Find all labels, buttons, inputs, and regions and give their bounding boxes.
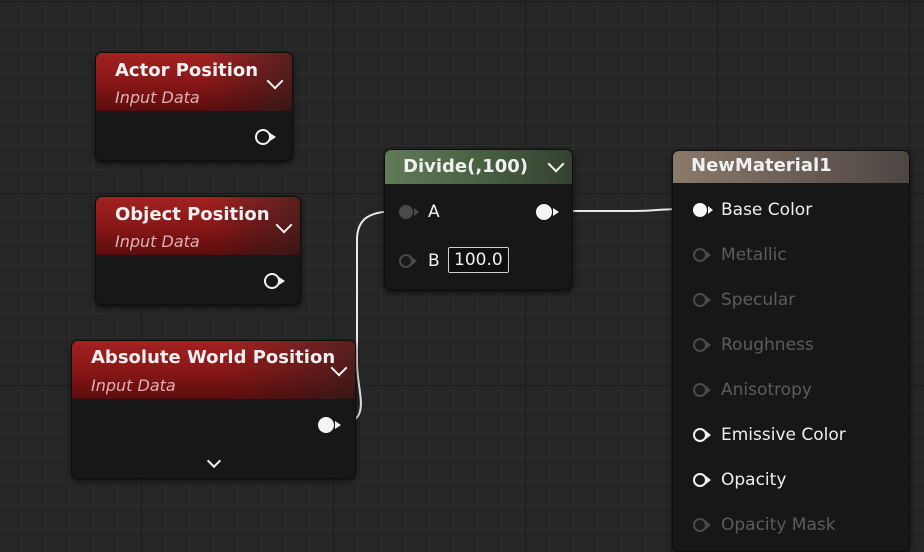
- input-label-base-color: Base Color: [721, 200, 813, 220]
- node-subtitle: Input Data: [115, 88, 200, 107]
- actor-position-node[interactable]: Actor Position Input Data: [95, 52, 293, 161]
- input-label-emissive-color: Emissive Color: [721, 425, 846, 445]
- input-label-opacity: Opacity: [721, 470, 787, 490]
- absolute-world-position-node[interactable]: Absolute World Position Input Data: [71, 340, 356, 479]
- input-label-specular: Specular: [721, 290, 796, 310]
- input-pin-opacity[interactable]: [693, 473, 711, 487]
- output-pin[interactable]: [318, 417, 341, 433]
- node-title: Actor Position: [115, 60, 259, 81]
- node-subtitle: Input Data: [91, 376, 176, 395]
- input-pin-base-color[interactable]: [693, 203, 713, 217]
- expand-chevron-icon[interactable]: [206, 453, 222, 469]
- input-pin-roughness[interactable]: [693, 338, 711, 352]
- material-graph-canvas[interactable]: Actor Position Input Data Object Positio…: [0, 0, 924, 552]
- input-pin-specular[interactable]: [693, 293, 711, 307]
- input-label-a: A: [428, 202, 440, 222]
- input-label-roughness: Roughness: [721, 335, 814, 355]
- node-header[interactable]: Object Position Input Data: [96, 197, 300, 255]
- material-result-node[interactable]: NewMaterial1 Base Color Metallic Specula…: [672, 150, 910, 552]
- input-pin-b[interactable]: [399, 254, 417, 268]
- input-label-b: B: [428, 251, 440, 271]
- input-pin-anisotropy[interactable]: [693, 383, 711, 397]
- node-title: Object Position: [115, 204, 270, 225]
- node-header[interactable]: Divide(,100): [385, 150, 572, 184]
- node-title: Divide(,100): [403, 156, 528, 177]
- input-pin-metallic[interactable]: [693, 248, 711, 262]
- b-value-input[interactable]: 100.0: [448, 247, 509, 273]
- output-pin[interactable]: [255, 129, 276, 145]
- input-label-metallic: Metallic: [721, 245, 787, 265]
- input-pin-emissive-color[interactable]: [693, 428, 711, 442]
- input-label-opacity-mask: Opacity Mask: [721, 515, 836, 535]
- node-header[interactable]: Actor Position Input Data: [96, 53, 292, 111]
- output-pin[interactable]: [536, 204, 559, 220]
- input-pin-opacity-mask[interactable]: [693, 518, 711, 532]
- input-pin-a[interactable]: [399, 205, 419, 219]
- node-header[interactable]: NewMaterial1: [673, 151, 909, 183]
- output-pin[interactable]: [264, 273, 285, 289]
- divide-node[interactable]: Divide(,100) A B 100.0: [384, 149, 573, 290]
- node-header[interactable]: Absolute World Position Input Data: [72, 341, 355, 399]
- node-subtitle: Input Data: [115, 232, 200, 251]
- object-position-node[interactable]: Object Position Input Data: [95, 196, 301, 305]
- node-title: NewMaterial1: [691, 155, 832, 176]
- input-label-anisotropy: Anisotropy: [721, 380, 812, 400]
- wire-divide-to-base-color: [552, 208, 693, 212]
- node-title: Absolute World Position: [91, 347, 336, 368]
